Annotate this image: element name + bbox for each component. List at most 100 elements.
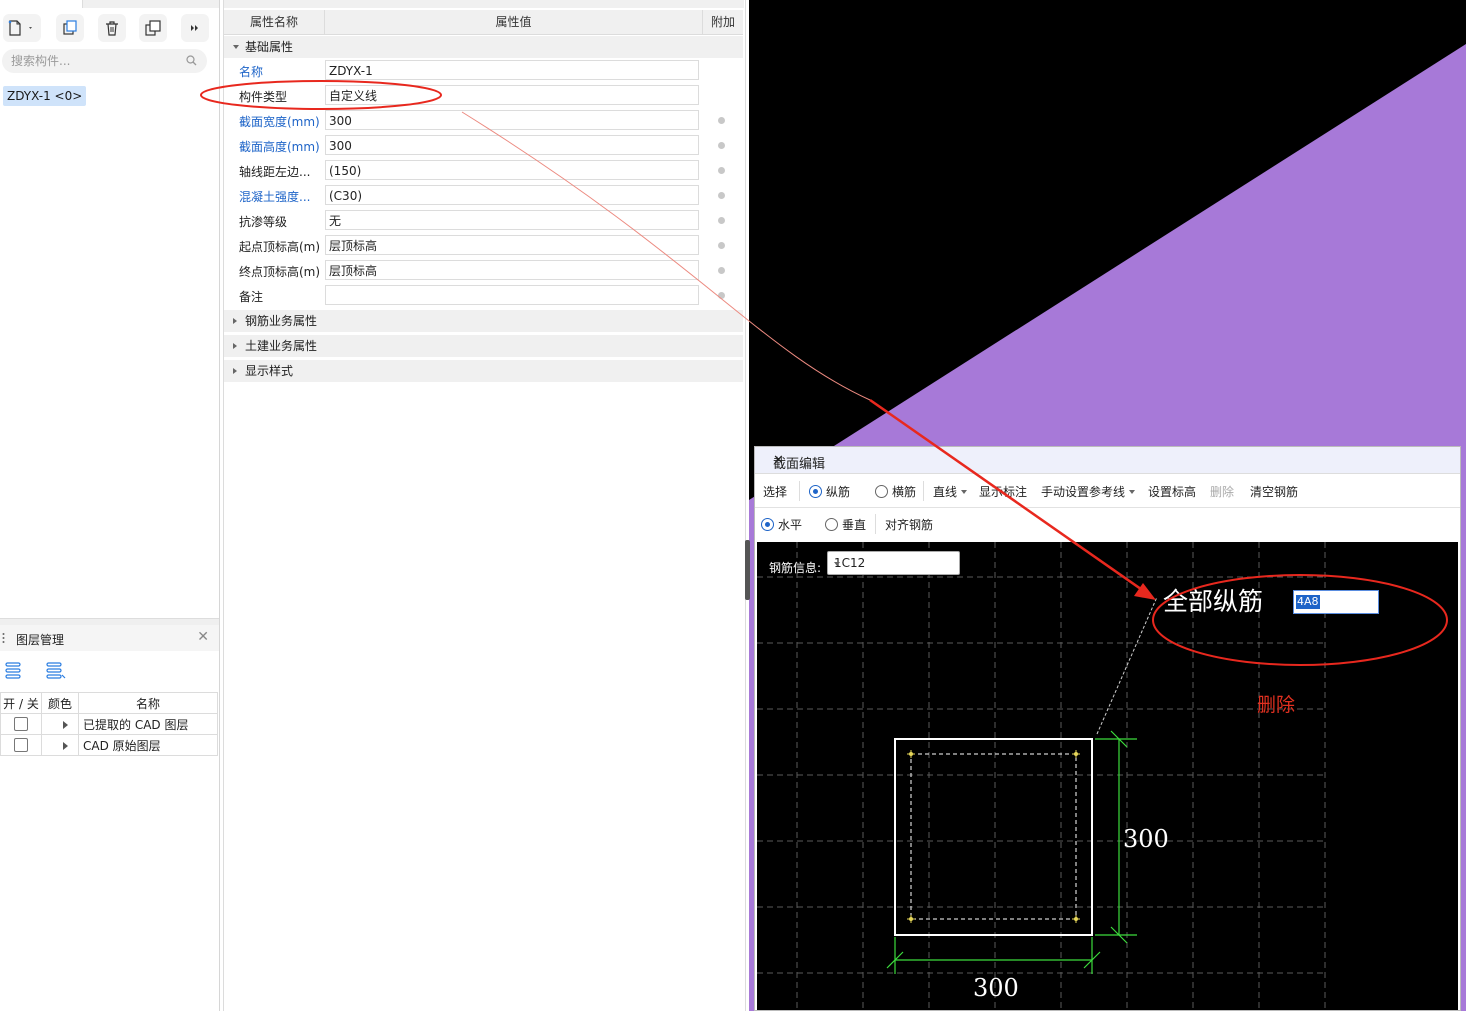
extra-dot-icon[interactable] xyxy=(718,267,725,274)
property-value-input[interactable]: (C30) xyxy=(325,185,699,205)
section-outline[interactable] xyxy=(894,738,1093,936)
property-row-type[interactable]: 构件类型 自定义线 xyxy=(224,84,743,109)
extra-dot-icon[interactable] xyxy=(718,167,725,174)
delete-component-button[interactable] xyxy=(98,14,126,42)
property-value-input[interactable] xyxy=(325,285,699,305)
expand-arrow-icon[interactable] xyxy=(233,318,237,324)
radio-selected-icon xyxy=(809,485,822,498)
vertical-radio[interactable]: 垂直 xyxy=(825,516,866,533)
dialog-titlebar[interactable]: 截面编辑 ✕ xyxy=(755,447,1460,474)
more-tools-button[interactable] xyxy=(181,14,209,42)
layer-toggle-checkbox[interactable] xyxy=(14,738,28,753)
input-selected-text: 4A8 xyxy=(1296,595,1320,609)
select-tool-button[interactable]: 选择 xyxy=(763,483,787,500)
expand-arrow-icon[interactable] xyxy=(233,343,237,349)
property-name: 起点顶标高(m) xyxy=(239,240,321,254)
property-value-input[interactable]: (150) xyxy=(325,160,699,180)
rebar-info-select[interactable]: 1C12 xyxy=(827,551,960,575)
clear-rebar-button[interactable]: 清空钢筋 xyxy=(1250,483,1298,500)
group-rebar-business[interactable]: 钢筋业务属性 xyxy=(224,310,743,332)
group-basic-properties[interactable]: 基础属性 xyxy=(224,36,743,58)
property-row-concrete-strength[interactable]: 混凝土强度... (C30) xyxy=(224,184,743,209)
component-list-item[interactable]: ZDYX-1 <0> xyxy=(3,86,87,106)
extra-dot-icon[interactable] xyxy=(718,217,725,224)
property-row-axis-offset[interactable]: 轴线距左边... (150) xyxy=(224,159,743,184)
close-icon[interactable]: ✕ xyxy=(773,453,1450,468)
set-elevation-button[interactable]: 设置标高 xyxy=(1148,483,1196,500)
property-table-header: 属性名称 属性值 附加 xyxy=(224,10,743,35)
horizontal-radio[interactable]: 水平 xyxy=(761,516,802,533)
property-row-width[interactable]: 截面宽度(mm) 300 xyxy=(224,109,743,134)
expand-arrow-icon[interactable] xyxy=(63,741,68,750)
longitudinal-rebar-radio[interactable]: 纵筋 xyxy=(809,483,850,500)
expand-arrow-icon[interactable] xyxy=(233,368,237,374)
property-row-impermeability[interactable]: 抗渗等级 无 xyxy=(224,209,743,234)
new-component-button[interactable] xyxy=(3,14,41,42)
layer-name: 已提取的 CAD 图层 xyxy=(78,713,218,735)
property-value-input[interactable]: 层顶标高 xyxy=(325,235,699,255)
section-toolbar-main: 选择 纵筋 横筋 直线 显示标注 手动设置参考线 设置标高 删除 清空钢筋 xyxy=(755,475,1460,508)
extra-dot-icon[interactable] xyxy=(718,192,725,199)
layer-col-name: 名称 xyxy=(78,692,218,714)
group-civil-business[interactable]: 土建业务属性 xyxy=(224,335,743,357)
left-panel-tab-strip xyxy=(0,0,219,8)
property-value-input[interactable]: 自定义线 xyxy=(325,85,699,105)
radio-label: 水平 xyxy=(778,518,803,532)
stirrup-rebar-radio[interactable]: 横筋 xyxy=(875,483,916,500)
component-list-panel xyxy=(0,0,220,1011)
extra-dot-icon[interactable] xyxy=(718,117,725,124)
delete-button[interactable]: 删除 xyxy=(1210,483,1234,500)
double-chevron-right-icon xyxy=(191,25,198,31)
property-value-input[interactable]: 300 xyxy=(325,110,699,130)
property-value-input[interactable]: 300 xyxy=(325,135,699,155)
splitter-handle[interactable] xyxy=(745,540,750,600)
line-tool-dropdown[interactable]: 直线 xyxy=(933,483,968,500)
property-name: 截面宽度(mm) xyxy=(239,115,320,129)
manual-ref-line-dropdown[interactable]: 手动设置参考线 xyxy=(1041,483,1136,500)
copy-component-button[interactable] xyxy=(56,14,84,42)
extra-dot-icon[interactable] xyxy=(718,142,725,149)
drag-handle-icon[interactable] xyxy=(2,632,5,644)
chevron-down-icon xyxy=(834,562,840,566)
search-input[interactable] xyxy=(11,52,181,70)
property-name: 名称 xyxy=(239,65,264,79)
show-annotation-button[interactable]: 显示标注 xyxy=(979,483,1027,500)
property-value-input[interactable]: 无 xyxy=(325,210,699,230)
collapse-arrow-icon[interactable] xyxy=(233,45,239,49)
radio-label: 横筋 xyxy=(892,485,917,499)
toolbar-separator xyxy=(875,514,876,534)
delete-annotation-text: 删除 xyxy=(1257,694,1296,716)
property-row-name[interactable]: 名称 ZDYX-1 xyxy=(224,59,743,84)
section-edit-dialog: 截面编辑 ✕ 选择 纵筋 横筋 直线 显示标注 手动设置参考线 设置标高 删除 … xyxy=(754,446,1461,1011)
stirrup-outline[interactable] xyxy=(910,753,1077,920)
panel-divider[interactable] xyxy=(0,618,219,625)
group-display-style[interactable]: 显示样式 xyxy=(224,360,743,382)
group-label: 土建业务属性 xyxy=(245,339,318,353)
property-row-end-elevation[interactable]: 终点顶标高(m) 层顶标高 xyxy=(224,259,743,284)
extra-dot-icon[interactable] xyxy=(718,242,725,249)
property-row-start-elevation[interactable]: 起点顶标高(m) 层顶标高 xyxy=(224,234,743,259)
layer-copy-button[interactable] xyxy=(139,14,167,42)
layer-toggle-checkbox[interactable] xyxy=(14,717,28,732)
section-drawing-area[interactable]: 钢筋信息: 1C12 全部纵筋 4A8 删除 300 300 xyxy=(757,542,1458,1010)
radio-selected-icon xyxy=(761,518,774,531)
property-value-input[interactable]: ZDYX-1 xyxy=(325,60,699,80)
expand-arrow-icon[interactable] xyxy=(63,720,68,729)
layer-settings-icon[interactable] xyxy=(44,660,68,680)
table-row: 已提取的 CAD 图层 xyxy=(0,713,218,735)
close-icon[interactable]: ✕ xyxy=(197,630,209,644)
all-rebar-input[interactable]: 4A8 xyxy=(1293,590,1379,614)
property-value-input[interactable]: 层顶标高 xyxy=(325,260,699,280)
layer-list-icon[interactable] xyxy=(4,660,28,680)
extra-dot-icon[interactable] xyxy=(718,292,725,299)
header-property-name: 属性名称 xyxy=(224,10,325,34)
property-row-remark[interactable]: 备注 xyxy=(224,284,743,309)
align-rebar-button[interactable]: 对齐钢筋 xyxy=(885,516,933,533)
rebar-points[interactable] xyxy=(907,750,1080,923)
toolbar-separator xyxy=(799,481,800,501)
property-row-height[interactable]: 截面高度(mm) 300 xyxy=(224,134,743,159)
left-panel-tab[interactable] xyxy=(0,0,83,8)
property-name: 构件类型 xyxy=(239,90,288,104)
search-icon[interactable] xyxy=(186,55,197,66)
search-box[interactable] xyxy=(2,49,207,73)
